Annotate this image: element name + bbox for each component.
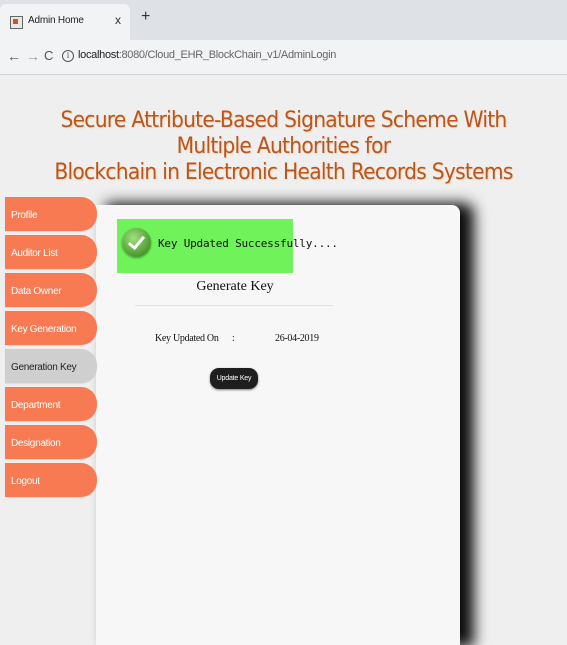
browser-tab-bar: Admin Home x +	[0, 0, 567, 40]
info-icon[interactable]: i	[62, 50, 74, 62]
sidebar-item-department[interactable]: Department	[5, 387, 97, 421]
sidebar-item-data-owner[interactable]: Data Owner	[5, 273, 97, 307]
new-tab-icon[interactable]: +	[141, 9, 150, 25]
success-banner: Key Updated Successfully....	[117, 219, 338, 273]
sidebar-item-auditor-list[interactable]: Auditor List	[5, 235, 97, 269]
url-path: :8080/Cloud_EHR_BlockChain_v1/AdminLogin	[118, 49, 337, 61]
sidebar: Profile Auditor List Data Owner Key Gene…	[5, 197, 97, 501]
checkmark-icon	[122, 228, 151, 257]
sidebar-item-key-generation[interactable]: Key Generation	[5, 311, 97, 345]
label-separator: :	[232, 333, 235, 344]
page-title-line-2: Blockchain in Electronic Health Records …	[54, 160, 513, 185]
reload-icon[interactable]: C	[44, 48, 53, 64]
key-updated-label: Key Updated On	[155, 333, 219, 344]
tab-title: Admin Home	[28, 15, 84, 26]
forward-arrow-icon[interactable]: →	[26, 48, 40, 64]
sidebar-item-designation[interactable]: Designation	[5, 425, 97, 459]
address-bar[interactable]: localhost:8080/Cloud_EHR_BlockChain_v1/A…	[78, 49, 336, 61]
browser-tab[interactable]: Admin Home x	[0, 4, 130, 40]
page-title: Secure Attribute-Based Signature Scheme …	[23, 108, 545, 186]
url-host: localhost	[78, 49, 119, 61]
back-arrow-icon[interactable]: ←	[7, 48, 21, 64]
close-tab-icon[interactable]: x	[115, 13, 121, 27]
sidebar-item-profile[interactable]: Profile	[5, 197, 97, 231]
update-key-button[interactable]: Update Key	[210, 368, 258, 389]
favicon-icon	[10, 16, 23, 29]
sidebar-item-logout[interactable]: Logout	[5, 463, 97, 497]
section-title: Generate Key	[196, 279, 274, 294]
page-title-line-1: Secure Attribute-Based Signature Scheme …	[60, 108, 507, 159]
divider	[135, 305, 333, 306]
key-updated-date: 26-04-2019	[275, 333, 319, 344]
sidebar-item-generation-key[interactable]: Generation Key	[5, 349, 97, 383]
success-message: Key Updated Successfully....	[158, 237, 338, 250]
browser-nav-bar: ← → C i localhost:8080/Cloud_EHR_BlockCh…	[0, 40, 567, 75]
